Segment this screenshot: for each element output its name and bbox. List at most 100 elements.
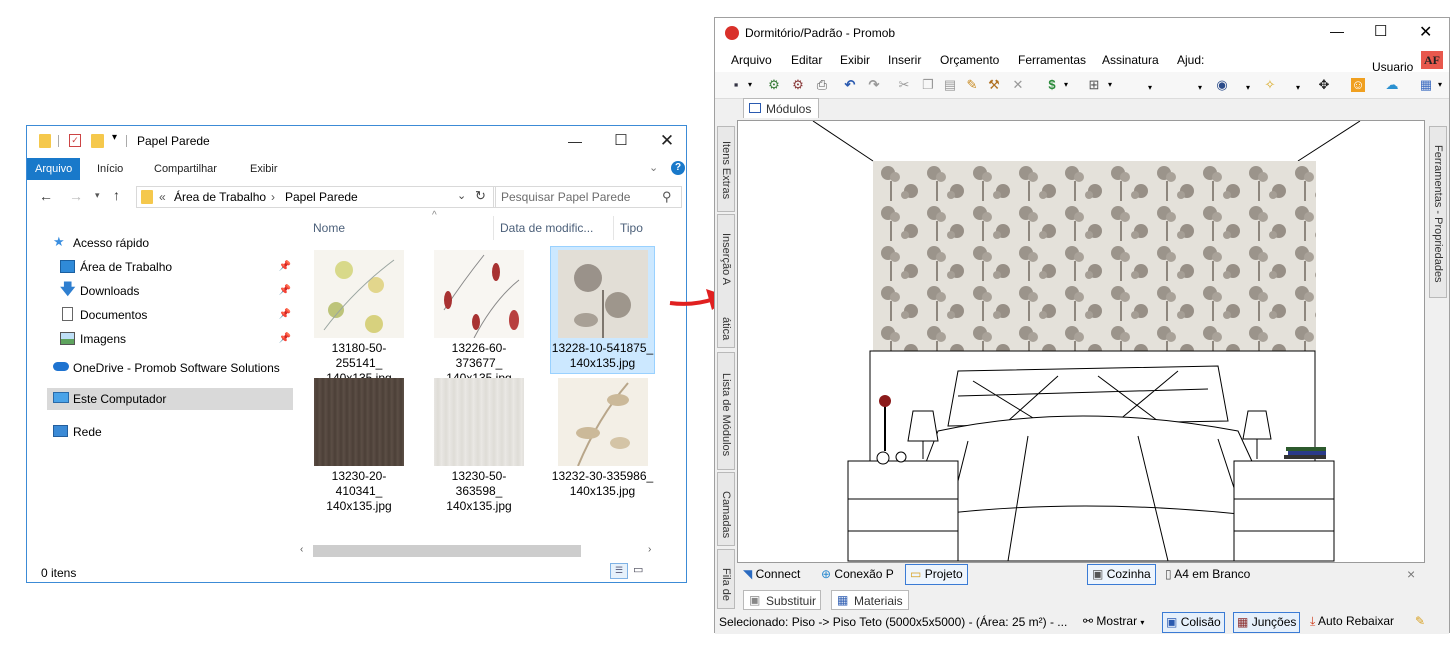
3d-viewport[interactable] bbox=[737, 120, 1425, 563]
tab-inicio[interactable]: Início bbox=[97, 158, 123, 180]
up-icon[interactable]: ↑ bbox=[113, 187, 120, 203]
pin-icon[interactable]: 📌 bbox=[279, 280, 291, 302]
breadcrumb-prefix[interactable]: « bbox=[159, 190, 166, 204]
juncoes-toggle[interactable]: ▦ Junções bbox=[1233, 612, 1301, 633]
back-icon[interactable]: ← bbox=[39, 188, 53, 204]
undo-icon[interactable]: ↶ bbox=[843, 78, 857, 92]
side-tab-ferramentas-propriedades[interactable]: Ferramentas - Propriedades bbox=[1429, 126, 1447, 298]
nav-documents[interactable]: Documentos 📌 bbox=[60, 304, 291, 326]
file-item[interactable]: 13230-50-363598_ 140x135.jpg bbox=[429, 375, 529, 514]
tab-cozinha[interactable]: ▣ Cozinha bbox=[1087, 564, 1156, 585]
modulos-tab[interactable]: Módulos bbox=[743, 98, 819, 118]
quick-access-dropdown-icon[interactable]: ▾ bbox=[112, 132, 117, 143]
dropdown-icon[interactable]: ▾ bbox=[1103, 78, 1117, 92]
pin-icon[interactable]: 📌 bbox=[279, 328, 291, 350]
money-icon[interactable]: $ bbox=[1045, 78, 1059, 92]
paint-icon[interactable]: ✎ bbox=[965, 78, 979, 92]
pencil-icon[interactable]: ✎ bbox=[1415, 612, 1425, 631]
file-item[interactable]: 13180-50-255141_ 140x135.jpg bbox=[309, 247, 409, 386]
maximize-button[interactable]: ☐ bbox=[1374, 22, 1387, 40]
forward-icon[interactable]: → bbox=[69, 188, 83, 204]
nav-this-pc[interactable]: Este Computador bbox=[47, 388, 293, 410]
search-input[interactable]: Pesquisar Papel Parede ⚲ bbox=[493, 186, 682, 208]
minimize-button[interactable]: — bbox=[552, 126, 598, 156]
side-tab-camadas[interactable]: Camadas bbox=[717, 472, 735, 546]
new-folder-icon[interactable] bbox=[91, 134, 104, 148]
tab-projeto[interactable]: ▭ Projeto bbox=[905, 564, 968, 585]
paste-icon[interactable]: ▤ bbox=[943, 78, 957, 92]
horizontal-scrollbar[interactable]: ‹ › bbox=[298, 543, 658, 559]
tab-conexao[interactable]: ⊕ Conexão P bbox=[821, 565, 894, 584]
hammer-icon[interactable]: ⚒ bbox=[987, 78, 1001, 92]
column-header-type[interactable]: Tipo bbox=[620, 221, 643, 235]
close-button[interactable]: ✕ bbox=[1419, 22, 1432, 42]
scroll-left-icon[interactable]: ‹ bbox=[300, 544, 303, 555]
close-tab-button[interactable]: × bbox=[1407, 565, 1415, 584]
file-item-selected[interactable]: 13228-10-541875_ 140x135.jpg bbox=[550, 246, 655, 374]
menu-ajuda[interactable]: Ajud: bbox=[1177, 53, 1204, 67]
expand-ribbon-icon[interactable]: ⌄ bbox=[649, 161, 658, 174]
dropdown-icon[interactable]: ▾ bbox=[1433, 78, 1447, 92]
cut-icon[interactable]: ✂ bbox=[897, 78, 911, 92]
scrollbar-thumb[interactable] bbox=[313, 545, 581, 557]
menu-exibir[interactable]: Exibir bbox=[840, 53, 870, 67]
maximize-button[interactable]: ☐ bbox=[598, 126, 644, 156]
save-icon[interactable]: ▪ bbox=[729, 78, 743, 92]
nav-network[interactable]: Rede bbox=[53, 421, 293, 443]
print-icon[interactable]: ⎙ bbox=[815, 78, 829, 92]
breadcrumb-desktop[interactable]: Área de Trabalho bbox=[174, 190, 266, 204]
side-tab-fila[interactable]: Fila de bbox=[717, 549, 735, 609]
tab-compartilhar[interactable]: Compartilhar bbox=[154, 158, 217, 180]
refresh-icon[interactable]: ↻ bbox=[475, 188, 486, 204]
lightbulb-icon[interactable]: ✧ bbox=[1263, 78, 1277, 92]
large-icons-view-icon[interactable]: ▭ bbox=[633, 563, 649, 577]
file-item[interactable]: 13226-60-373677_ 140x135.jpg bbox=[429, 247, 529, 386]
menu-orcamento[interactable]: Orçamento bbox=[940, 53, 999, 67]
close-button[interactable]: ✕ bbox=[644, 126, 690, 156]
help-icon[interactable]: ? bbox=[671, 161, 685, 175]
tab-exibir[interactable]: Exibir bbox=[250, 158, 278, 180]
nav-downloads[interactable]: 🡇 Downloads 📌 bbox=[60, 280, 291, 302]
menu-assinatura[interactable]: Assinatura bbox=[1102, 53, 1159, 67]
side-tab-insercao[interactable]: Inserção A ática bbox=[717, 214, 735, 348]
side-tab-itens-extras[interactable]: Itens Extras bbox=[717, 126, 735, 212]
delete-icon[interactable]: ✕ bbox=[1011, 78, 1025, 92]
nav-onedrive[interactable]: OneDrive - Promob Software Solutions bbox=[53, 357, 293, 379]
copy-icon[interactable]: ❐ bbox=[921, 78, 935, 92]
layout-icon[interactable]: ⊞ bbox=[1087, 78, 1101, 92]
render-icon[interactable]: ⚙ bbox=[767, 78, 781, 92]
move-icon[interactable]: ✥ bbox=[1317, 78, 1331, 92]
address-dropdown-icon[interactable]: ⌄ bbox=[457, 189, 466, 202]
dropdown-icon[interactable]: ▾ bbox=[1291, 81, 1305, 95]
file-item[interactable]: 13230-20-410341_ 140x135.jpg bbox=[309, 375, 409, 514]
user-badge[interactable]: AF bbox=[1421, 51, 1443, 69]
side-tab-lista-modulos[interactable]: Lista de Módulos bbox=[717, 352, 735, 470]
dropdown-icon[interactable]: ▾ bbox=[1059, 78, 1073, 92]
substituir-tab[interactable]: ▣ Substituir bbox=[743, 590, 821, 610]
search-icon[interactable]: ⚲ bbox=[662, 189, 672, 205]
menu-arquivo[interactable]: Arquivo bbox=[731, 53, 772, 67]
auto-rebaixar-toggle[interactable]: ⤓ Auto Rebaixar bbox=[1310, 612, 1394, 631]
chat-icon[interactable]: ☁ bbox=[1385, 78, 1399, 92]
address-bar[interactable]: « Área de Trabalho › Papel Parede ⌄ ↻ bbox=[136, 186, 496, 208]
scroll-right-icon[interactable]: › bbox=[648, 544, 651, 555]
column-header-name[interactable]: Nome bbox=[313, 221, 345, 235]
grid-colors-icon[interactable]: ▦ bbox=[1419, 78, 1433, 92]
breadcrumb-papel-parede[interactable]: Papel Parede bbox=[285, 190, 358, 204]
colisao-toggle[interactable]: ▣ Colisão bbox=[1162, 612, 1225, 633]
file-item[interactable]: 13232-30-335986_ 140x135.jpg bbox=[550, 375, 655, 499]
nav-images[interactable]: Imagens 📌 bbox=[60, 328, 291, 350]
nav-quick-access[interactable]: ★ Acesso rápido bbox=[53, 232, 293, 254]
dropdown-icon[interactable]: ▾ bbox=[743, 78, 757, 92]
mostrar-button[interactable]: ⚯ Mostrar ▾ bbox=[1083, 612, 1144, 631]
tab-arquivo[interactable]: Arquivo bbox=[27, 158, 81, 180]
pin-icon[interactable]: 📌 bbox=[279, 256, 291, 278]
dropdown-icon[interactable]: ▾ bbox=[1193, 81, 1207, 95]
nav-desktop[interactable]: Área de Trabalho 📌 bbox=[60, 256, 291, 278]
menu-editar[interactable]: Editar bbox=[791, 53, 822, 67]
dropdown-icon[interactable]: ▾ bbox=[1143, 81, 1157, 95]
dropdown-icon[interactable]: ▾ bbox=[1241, 81, 1255, 95]
properties-icon[interactable]: ✓ bbox=[69, 134, 81, 147]
details-view-icon[interactable]: ☰ bbox=[610, 563, 628, 579]
render-hq-icon[interactable]: ⚙ bbox=[791, 78, 805, 92]
